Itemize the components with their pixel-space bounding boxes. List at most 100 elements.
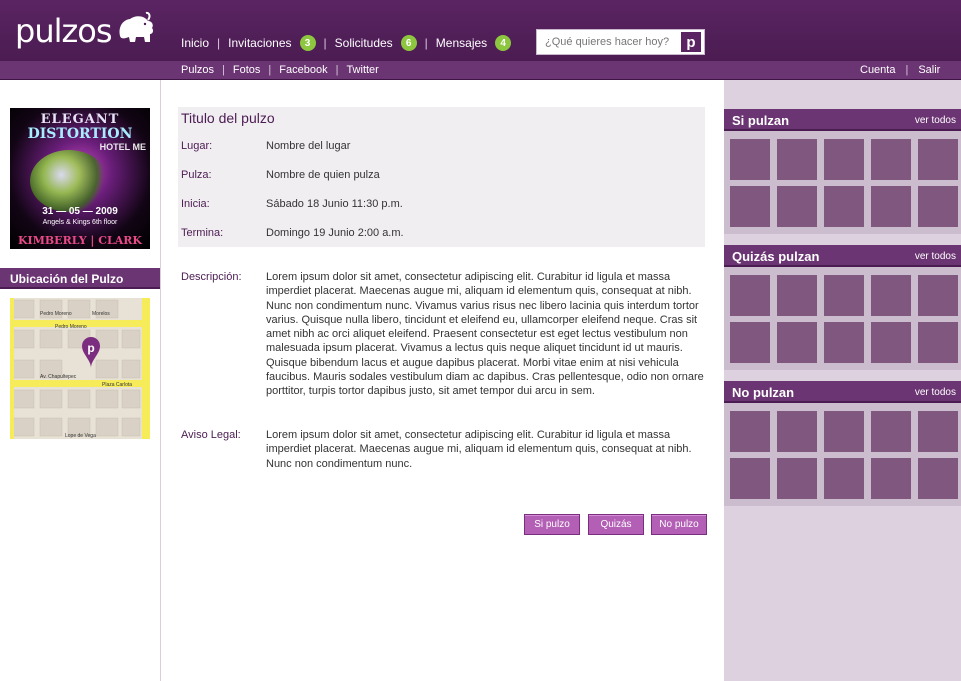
user-thumbnail[interactable] bbox=[730, 322, 770, 363]
nav-solicitudes[interactable]: Solicitudes 6 bbox=[335, 35, 417, 51]
map-street-label: Lope de Vega bbox=[65, 433, 96, 439]
user-thumbnail[interactable] bbox=[824, 411, 864, 452]
user-thumbnail[interactable] bbox=[824, 322, 864, 363]
left-sidebar: ELEGANT DISTORTION HOTEL ME 31 — 05 — 20… bbox=[0, 80, 161, 681]
subnav-salir[interactable]: Salir bbox=[918, 64, 940, 76]
nav-inicio[interactable]: Inicio bbox=[181, 36, 209, 50]
nav-separator: | bbox=[335, 64, 339, 76]
no-pulzan-ver-todos-link[interactable]: ver todos bbox=[915, 387, 956, 398]
poster-orb bbox=[30, 150, 108, 212]
secondary-nav-bar: Pulzos | Fotos | Facebook | Twitter Cuen… bbox=[0, 61, 961, 80]
user-thumbnail[interactable] bbox=[871, 275, 911, 316]
poster-venue: Angels & Kings 6th floor bbox=[42, 219, 118, 226]
nav-mensajes[interactable]: Mensajes 4 bbox=[435, 35, 512, 51]
nav-solicitudes-label: Solicitudes bbox=[334, 36, 393, 50]
field-inicia: Inicia: Sábado 18 Junio 11:30 p.m. bbox=[181, 198, 403, 210]
no-pulzo-button[interactable]: No pulzo bbox=[651, 514, 707, 535]
event-poster-image[interactable]: ELEGANT DISTORTION HOTEL ME 31 — 05 — 20… bbox=[10, 108, 150, 249]
nav-separator: | bbox=[268, 64, 272, 76]
map-street-label: Morelos bbox=[92, 311, 110, 317]
inicia-value: Sábado 18 Junio 11:30 p.m. bbox=[266, 198, 403, 210]
si-pulzan-section: Si pulzan ver todos bbox=[724, 109, 961, 234]
no-pulzan-title: No pulzan bbox=[732, 385, 795, 400]
user-thumbnail[interactable] bbox=[871, 186, 911, 227]
field-termina: Termina: Domingo 19 Junio 2:00 a.m. bbox=[181, 227, 404, 239]
subnav-fotos[interactable]: Fotos bbox=[233, 64, 261, 76]
user-thumbnail[interactable] bbox=[777, 186, 817, 227]
termina-value: Domingo 19 Junio 2:00 a.m. bbox=[266, 227, 404, 239]
user-thumbnail[interactable] bbox=[730, 275, 770, 316]
svg-text:p: p bbox=[87, 341, 94, 355]
quizas-pulzan-header: Quizás pulzan ver todos bbox=[724, 245, 961, 267]
user-thumbnail[interactable] bbox=[918, 186, 958, 227]
user-thumbnail[interactable] bbox=[824, 275, 864, 316]
subnav-pulzos[interactable]: Pulzos bbox=[181, 64, 214, 76]
nav-invitaciones[interactable]: Invitaciones 3 bbox=[228, 35, 316, 51]
si-pulzo-button[interactable]: Si pulzo bbox=[524, 514, 580, 535]
user-thumbnail[interactable] bbox=[918, 458, 958, 499]
user-thumbnail[interactable] bbox=[918, 322, 958, 363]
logo-text: pulzos bbox=[15, 12, 113, 50]
legal-label: Aviso Legal: bbox=[181, 429, 241, 441]
quizas-pulzan-grid bbox=[730, 275, 958, 363]
solicitudes-count-badge: 6 bbox=[400, 35, 417, 51]
user-thumbnail[interactable] bbox=[871, 458, 911, 499]
user-thumbnail[interactable] bbox=[918, 139, 958, 180]
description-text: Lorem ipsum dolor sit amet, consectetur … bbox=[266, 271, 704, 398]
si-pulzan-ver-todos-link[interactable]: ver todos bbox=[915, 115, 956, 126]
map-graphic: p Pedro Moreno Morelos Pedro Moreno Av. … bbox=[10, 298, 150, 439]
user-thumbnail[interactable] bbox=[918, 275, 958, 316]
user-thumbnail[interactable] bbox=[777, 139, 817, 180]
account-nav: Cuenta | Salir bbox=[860, 64, 940, 76]
poster-names: KIMBERLY | CLARK bbox=[18, 234, 142, 247]
field-lugar: Lugar: Nombre del lugar bbox=[181, 140, 350, 152]
no-pulzan-grid bbox=[730, 411, 958, 499]
search-button[interactable]: p bbox=[681, 32, 701, 52]
si-pulzan-header: Si pulzan ver todos bbox=[724, 109, 961, 131]
location-map[interactable]: p Pedro Moreno Morelos Pedro Moreno Av. … bbox=[10, 298, 150, 439]
main-nav: Inicio | Invitaciones 3 | Solicitudes 6 … bbox=[181, 35, 512, 51]
user-thumbnail[interactable] bbox=[730, 186, 770, 227]
logo[interactable]: pulzos bbox=[15, 11, 156, 50]
description-section: Descripción: Lorem ipsum dolor sit amet,… bbox=[181, 270, 705, 399]
user-thumbnail[interactable] bbox=[918, 411, 958, 452]
user-thumbnail[interactable] bbox=[777, 458, 817, 499]
pulza-value[interactable]: Nombre de quien pulza bbox=[266, 169, 380, 181]
poster-line-2: DISTORTION bbox=[27, 126, 133, 142]
nav-mensajes-label: Mensajes bbox=[435, 36, 488, 50]
subnav-twitter[interactable]: Twitter bbox=[346, 64, 378, 76]
quizas-pulzan-ver-todos-link[interactable]: ver todos bbox=[915, 251, 956, 262]
search-box: p bbox=[536, 29, 705, 55]
user-thumbnail[interactable] bbox=[824, 458, 864, 499]
quizas-pulzan-title: Quizás pulzan bbox=[732, 249, 820, 264]
right-sidebar: Si pulzan ver todos Quizás pulzan ver to… bbox=[724, 80, 961, 681]
termina-label: Termina: bbox=[181, 227, 224, 239]
map-street-label: Pedro Moreno bbox=[40, 311, 72, 317]
secondary-nav: Pulzos | Fotos | Facebook | Twitter bbox=[181, 64, 379, 76]
rsvp-actions: Si pulzo Quizás No pulzo bbox=[524, 514, 707, 535]
subnav-facebook[interactable]: Facebook bbox=[279, 64, 327, 76]
user-thumbnail[interactable] bbox=[824, 139, 864, 180]
user-thumbnail[interactable] bbox=[871, 322, 911, 363]
search-input[interactable] bbox=[537, 31, 677, 53]
legal-text: Lorem ipsum dolor sit amet, consectetur … bbox=[266, 429, 692, 470]
inicia-label: Inicia: bbox=[181, 198, 210, 210]
user-thumbnail[interactable] bbox=[871, 411, 911, 452]
lugar-value[interactable]: Nombre del lugar bbox=[266, 140, 350, 152]
pulza-label: Pulza: bbox=[181, 169, 212, 181]
event-title: Titulo del pulzo bbox=[181, 110, 275, 126]
user-thumbnail[interactable] bbox=[871, 139, 911, 180]
user-thumbnail[interactable] bbox=[777, 275, 817, 316]
user-thumbnail[interactable] bbox=[777, 411, 817, 452]
user-thumbnail[interactable] bbox=[777, 322, 817, 363]
subnav-cuenta[interactable]: Cuenta bbox=[860, 64, 895, 76]
nav-separator: | bbox=[323, 36, 327, 50]
nav-separator: | bbox=[905, 64, 909, 76]
quizas-button[interactable]: Quizás bbox=[588, 514, 644, 535]
user-thumbnail[interactable] bbox=[730, 139, 770, 180]
field-pulza: Pulza: Nombre de quien pulza bbox=[181, 169, 380, 181]
user-thumbnail[interactable] bbox=[824, 186, 864, 227]
user-thumbnail[interactable] bbox=[730, 411, 770, 452]
user-thumbnail[interactable] bbox=[730, 458, 770, 499]
map-street-label: Pedro Moreno bbox=[55, 324, 87, 330]
